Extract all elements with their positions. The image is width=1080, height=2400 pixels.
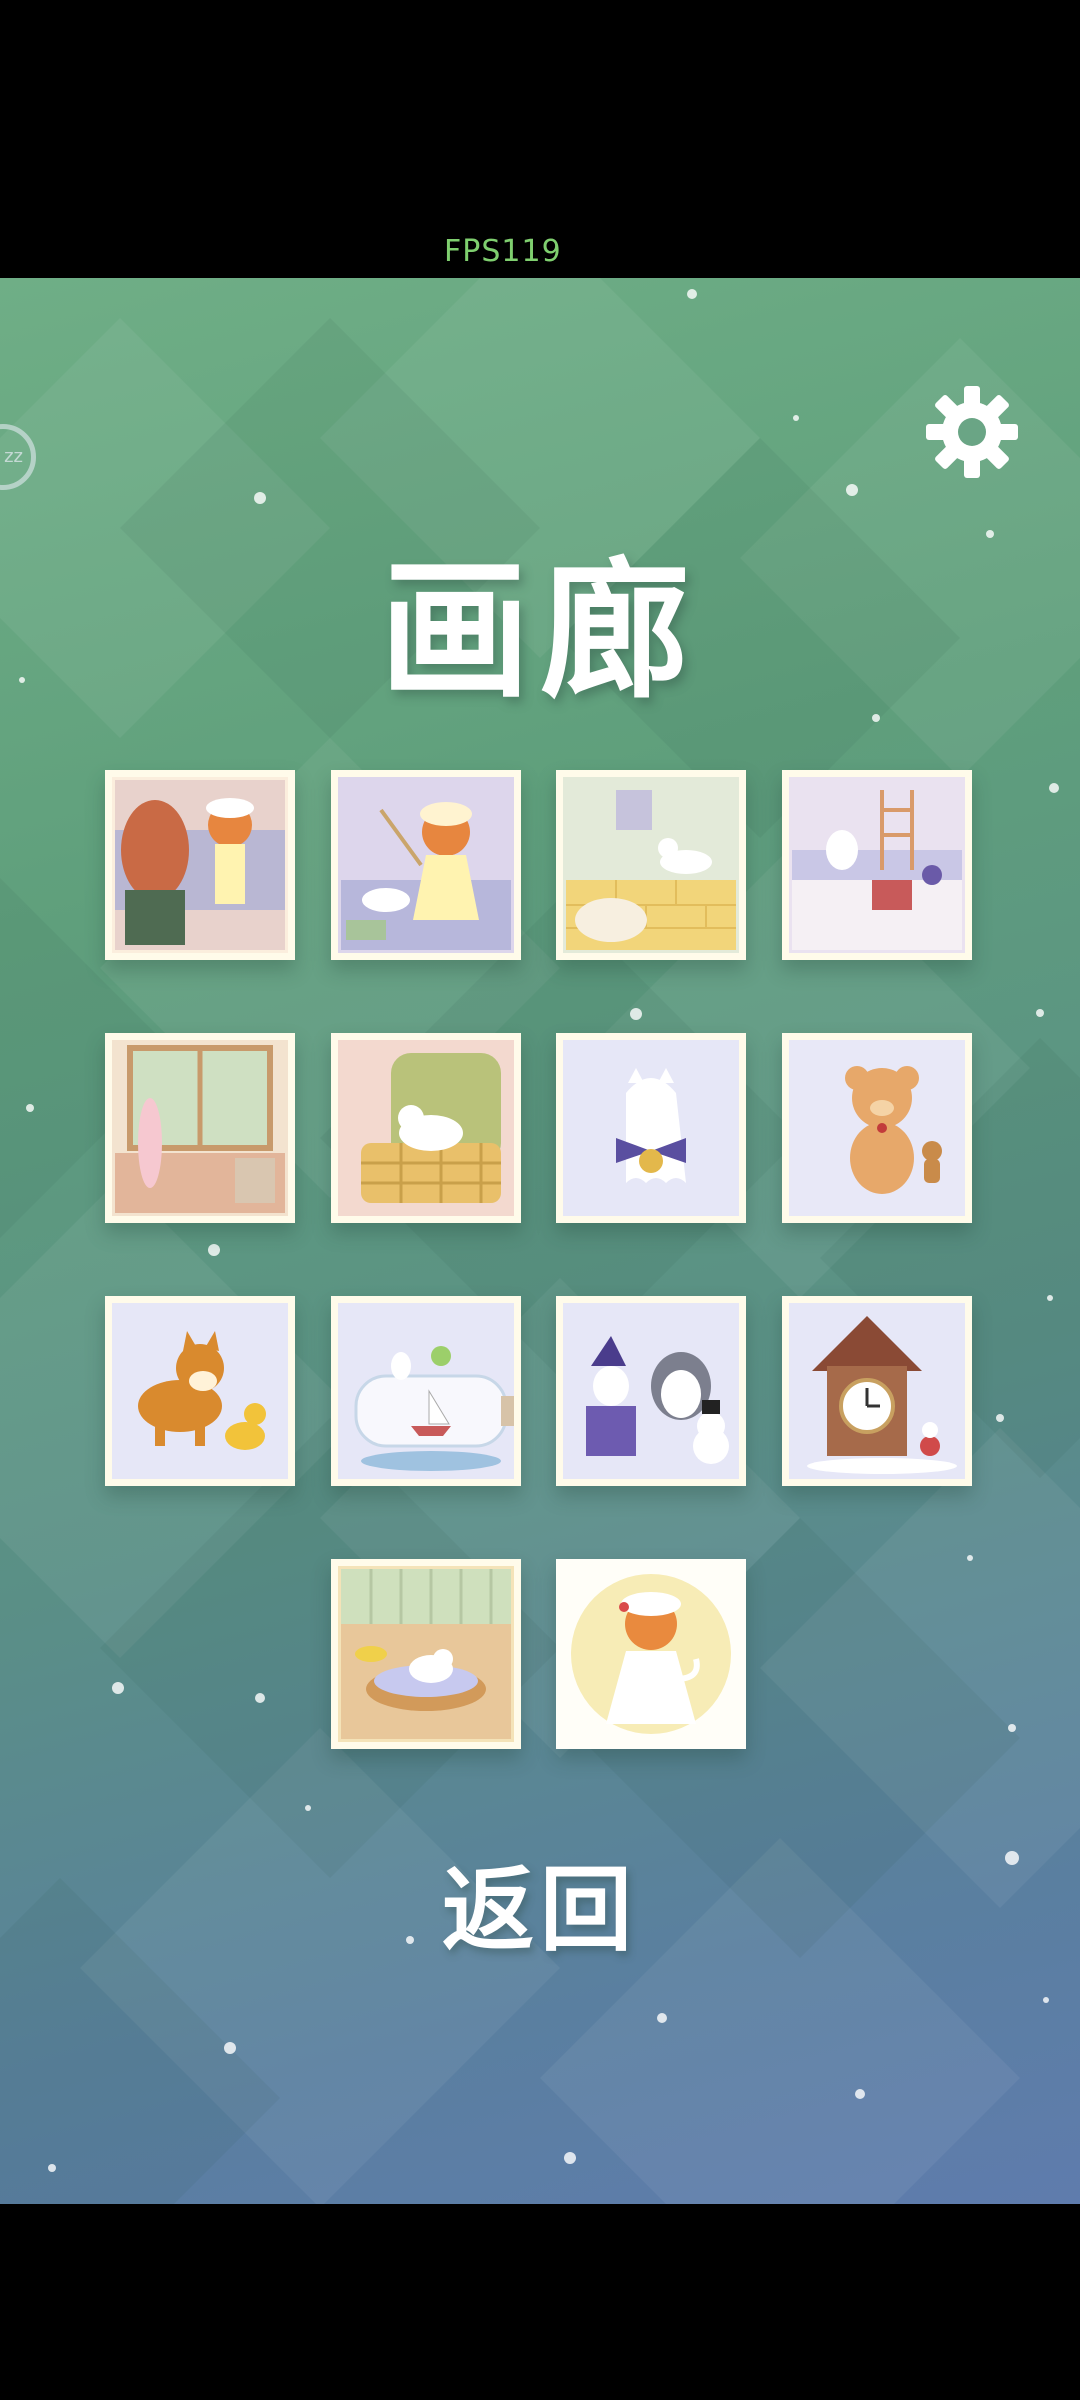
girl-mirror-thumbnail bbox=[105, 770, 295, 960]
bottle-ship-thumbnail bbox=[331, 1296, 521, 1486]
gallery-tile-shiba-duck[interactable] bbox=[105, 1296, 295, 1486]
gallery-tile-penguin-snowman[interactable] bbox=[556, 1296, 746, 1486]
gallery-tile-girl-white-dress[interactable] bbox=[556, 1559, 746, 1749]
teddy-bear-gingerbread-thumbnail bbox=[782, 1033, 972, 1223]
gallery-tile-bottle-ship[interactable] bbox=[331, 1296, 521, 1486]
fps-counter: FPS119 bbox=[444, 234, 562, 269]
gallery-tile-girl-cat-cleaning[interactable] bbox=[331, 770, 521, 960]
cat-armchair-thumbnail bbox=[331, 1033, 521, 1223]
cat-bed-thumbnail bbox=[331, 1559, 521, 1749]
cat-window-thumbnail bbox=[105, 1033, 295, 1223]
girl-cat-cleaning-thumbnail bbox=[331, 770, 521, 960]
gallery-tile-girl-mirror[interactable] bbox=[105, 770, 295, 960]
gallery-tile-cat-armchair[interactable] bbox=[331, 1033, 521, 1223]
gallery-tile-cuckoo-clock[interactable] bbox=[782, 1296, 972, 1486]
sleep-icon: zz bbox=[4, 446, 23, 467]
cat-on-wall-thumbnail bbox=[556, 770, 746, 960]
shiba-duck-thumbnail bbox=[105, 1296, 295, 1486]
top-black-bar: FPS119 bbox=[0, 0, 1080, 278]
gallery-tile-ghost-cat-bell[interactable] bbox=[556, 1033, 746, 1223]
bottom-black-bar bbox=[0, 2204, 1080, 2400]
girl-white-dress-thumbnail bbox=[556, 1559, 746, 1749]
gallery-tile-cat-bed[interactable] bbox=[331, 1559, 521, 1749]
back-button[interactable]: 返回 bbox=[0, 1836, 1080, 1969]
gallery-tile-cat-on-wall[interactable] bbox=[556, 770, 746, 960]
cats-attic-thumbnail bbox=[782, 770, 972, 960]
penguin-snowman-thumbnail bbox=[556, 1296, 746, 1486]
settings-button[interactable] bbox=[924, 384, 1020, 480]
gallery-tile-cats-attic[interactable] bbox=[782, 770, 972, 960]
gallery-tile-cat-window[interactable] bbox=[105, 1033, 295, 1223]
gear-icon bbox=[926, 386, 1018, 478]
ghost-cat-bell-thumbnail bbox=[556, 1033, 746, 1223]
gallery-screen: zz 画廊 返回 bbox=[0, 278, 1080, 2204]
gallery-tile-teddy-bear-gingerbread[interactable] bbox=[782, 1033, 972, 1223]
cuckoo-clock-thumbnail bbox=[782, 1296, 972, 1486]
gallery-title: 画廊 bbox=[379, 543, 700, 719]
